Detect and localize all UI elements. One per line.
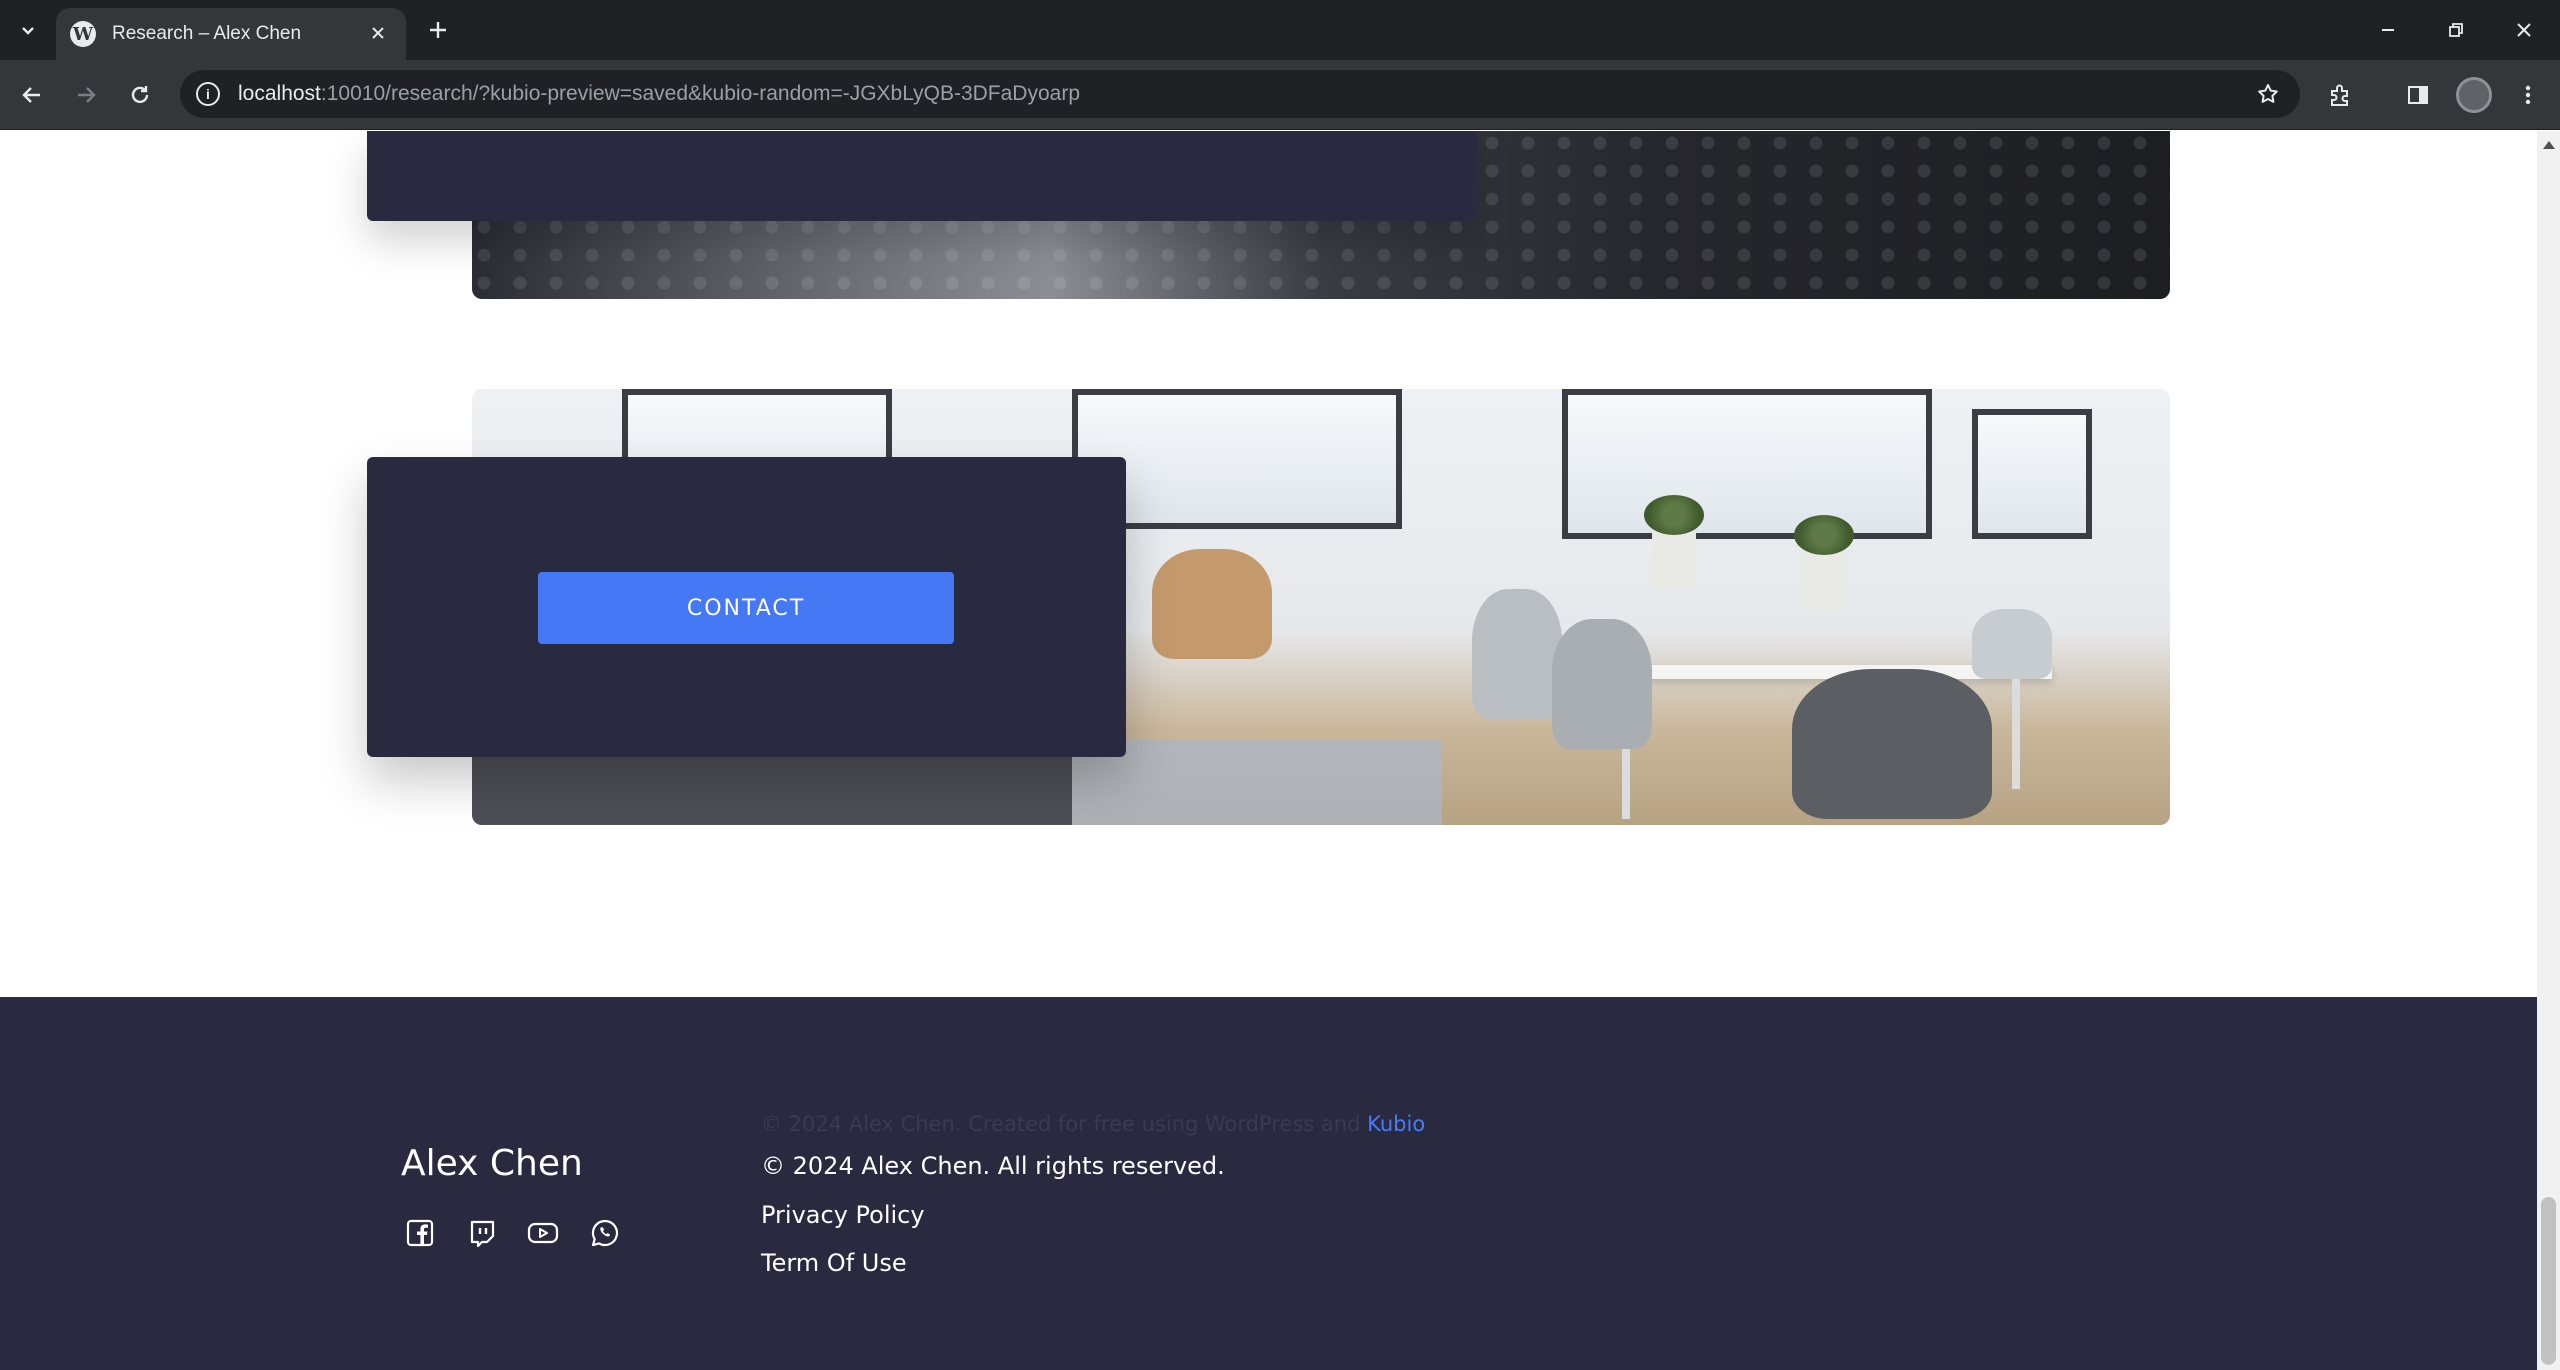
photo-sofa — [472, 749, 1072, 825]
photo-window — [1972, 409, 2092, 539]
photo-chair — [1472, 589, 1562, 719]
reload-button[interactable] — [120, 75, 160, 115]
browser-tab-active[interactable]: W Research – Alex Chen — [56, 8, 406, 60]
terms-of-use-link[interactable]: Term Of Use — [761, 1249, 907, 1277]
site-info-icon[interactable]: i — [196, 82, 220, 106]
plus-icon — [430, 22, 446, 38]
site-footer: © 2024 Alex Chen. Created for free using… — [0, 997, 2537, 1370]
tab-search-button[interactable] — [10, 12, 46, 48]
footer-credit-text: © 2024 Alex Chen. Created for free using… — [761, 1112, 1368, 1136]
twitch-icon — [470, 1220, 495, 1247]
facebook-link[interactable] — [404, 1217, 436, 1249]
youtube-link[interactable] — [527, 1217, 559, 1249]
contact-card: CONTACT — [367, 457, 1126, 757]
tab-title: Research – Alex Chen — [112, 23, 302, 44]
photo-chair — [1152, 549, 1272, 659]
contact-button[interactable]: CONTACT — [538, 572, 954, 644]
minimize-button[interactable] — [2354, 0, 2422, 60]
side-panel-icon — [2408, 86, 2428, 104]
browser-menu-button[interactable] — [2508, 75, 2548, 115]
avatar — [2456, 77, 2492, 113]
footer-brand[interactable]: Alex Chen — [401, 1143, 583, 1184]
close-icon — [372, 27, 384, 39]
puzzle-icon — [2331, 84, 2348, 106]
kubio-link[interactable]: Kubio — [1367, 1112, 1425, 1136]
restore-button[interactable] — [2422, 0, 2490, 60]
reload-icon — [131, 86, 149, 104]
youtube-icon — [527, 1222, 559, 1244]
address-bar[interactable]: i localhost:10010/research/?kubio-previe… — [180, 70, 2300, 118]
url-host: localhost — [238, 82, 321, 105]
page-scrollbar[interactable] — [2537, 131, 2560, 1370]
privacy-policy-link[interactable]: Privacy Policy — [761, 1201, 925, 1229]
url-path: :10010/research/?kubio-preview=saved&kub… — [320, 82, 1080, 105]
side-panel-button[interactable] — [2398, 75, 2438, 115]
extensions-button[interactable] — [2320, 75, 2360, 115]
whatsapp-link[interactable] — [589, 1217, 621, 1249]
photo-plant — [1644, 495, 1704, 589]
whatsapp-icon — [591, 1219, 619, 1247]
content-card-top — [367, 131, 1477, 221]
restore-icon — [2449, 23, 2463, 37]
footer-copyright: © 2024 Alex Chen. All rights reserved. — [761, 1152, 1225, 1180]
forward-button[interactable] — [66, 75, 106, 115]
page-viewport: CONTACT © 2024 Alex Chen. Created for fr… — [0, 131, 2537, 1370]
close-icon — [2517, 23, 2531, 37]
facebook-icon — [406, 1219, 434, 1247]
photo-chair — [1972, 609, 2052, 679]
star-icon — [2258, 84, 2278, 103]
back-button[interactable] — [12, 75, 52, 115]
chevron-down-icon — [22, 27, 34, 35]
arrow-right-icon — [78, 87, 96, 103]
twitch-link[interactable] — [466, 1217, 498, 1249]
scroll-up-arrow[interactable] — [2543, 141, 2555, 149]
profile-button[interactable] — [2454, 75, 2494, 115]
bookmark-star-button[interactable] — [2256, 82, 2280, 111]
photo-window — [1562, 389, 1932, 539]
new-tab-button[interactable] — [418, 10, 458, 50]
footer-credit: © 2024 Alex Chen. Created for free using… — [761, 1112, 1425, 1136]
minimize-icon — [2382, 29, 2394, 31]
photo-table-leg — [2012, 679, 2020, 789]
wordpress-icon: W — [70, 21, 96, 47]
scrollbar-thumb[interactable] — [2541, 1197, 2556, 1365]
more-vertical-icon — [2525, 85, 2531, 105]
browser-toolbar: i localhost:10010/research/?kubio-previe… — [0, 60, 2560, 130]
tab-close-button[interactable] — [364, 21, 392, 47]
photo-chair — [1552, 619, 1652, 749]
arrow-left-icon — [22, 87, 40, 103]
photo-plant — [1794, 515, 1854, 609]
window-close-button[interactable] — [2490, 0, 2558, 60]
browser-tab-bar: W Research – Alex Chen — [0, 0, 2560, 60]
photo-chair — [1792, 669, 1992, 819]
